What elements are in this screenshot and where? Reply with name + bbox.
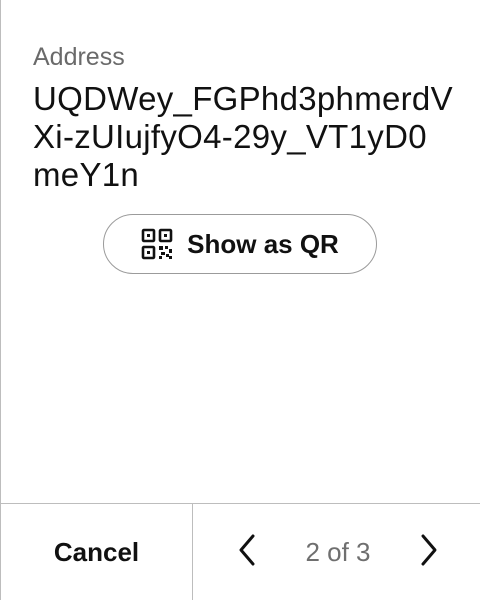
cancel-button[interactable]: Cancel <box>1 504 193 600</box>
show-qr-label: Show as QR <box>187 228 339 259</box>
chevron-right-icon <box>419 533 439 572</box>
previous-page-button[interactable] <box>231 532 263 572</box>
pager: 2 of 3 <box>193 504 480 600</box>
footer-bar: Cancel 2 of 3 <box>1 503 480 600</box>
cancel-label: Cancel <box>53 536 140 567</box>
chevron-left-icon <box>237 533 257 572</box>
address-value: UQDWey_FGPhd3phmerdVXi-zUIujfyO4-29y_VT1… <box>33 80 453 193</box>
show-qr-button[interactable]: Show as QR <box>103 214 377 274</box>
qr-code-icon <box>141 228 173 260</box>
address-screen: Address UQDWey_FGPhd3phmerdVXi-zUIujfyO4… <box>0 0 480 600</box>
page-indicator: 2 of 3 <box>305 536 371 567</box>
address-section: Address UQDWey_FGPhd3phmerdVXi-zUIujfyO4… <box>33 40 453 194</box>
address-label: Address <box>33 43 125 71</box>
next-page-button[interactable] <box>413 532 445 572</box>
